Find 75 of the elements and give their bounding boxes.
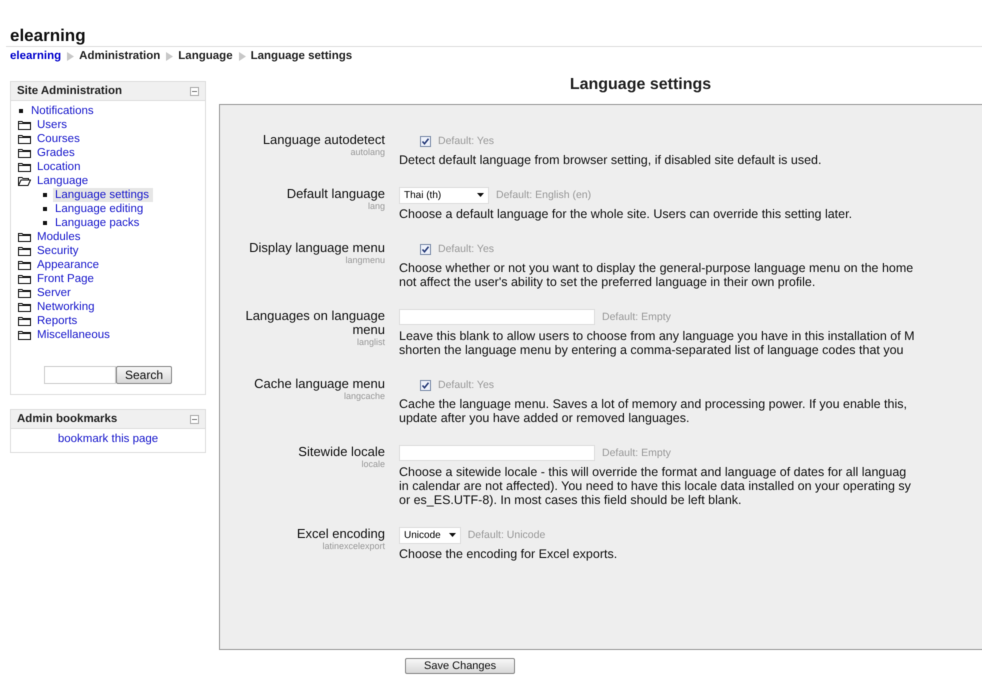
text-field[interactable]: [399, 445, 595, 461]
setting-description: Choose a sitewide locale - this will override the format and language of dates for all languag in calendar are not affected). You need to have this locale data installed on your operating sy or es_ES.UTF-8). In most cases this field should be left blank.: [399, 465, 911, 507]
tree-item[interactable]: Front Page: [35, 272, 96, 286]
tree-item[interactable]: Language settings: [53, 188, 153, 202]
tree-item[interactable]: Security: [35, 244, 81, 258]
dropdown-caret-icon: [448, 533, 456, 537]
tree-item[interactable]: Miscellaneous: [35, 328, 112, 342]
tree-item[interactable]: Location: [35, 160, 82, 174]
site-title: elearning: [9, 25, 87, 46]
tree-item[interactable]: Reports: [35, 314, 80, 328]
checkbox[interactable]: [420, 380, 431, 390]
collapse-icon[interactable]: [190, 86, 199, 96]
tree-item[interactable]: Language packs: [53, 216, 142, 230]
tree-item[interactable]: Appearance: [35, 258, 102, 272]
default-value: Default: Unicode: [468, 529, 546, 541]
default-value: Default: Empty: [602, 447, 671, 459]
tree-item[interactable]: Users: [35, 118, 70, 132]
tree-item[interactable]: Modules: [35, 230, 82, 244]
setting-label: Default language: [286, 187, 385, 201]
setting-label: Excel encoding: [296, 527, 385, 541]
breadcrumb-link[interactable]: elearning: [10, 50, 62, 62]
checkbox[interactable]: [420, 136, 431, 146]
tree-item[interactable]: Courses: [35, 132, 82, 146]
default-value: Default: Yes: [438, 135, 494, 147]
page-title: Language settings: [570, 76, 712, 93]
setting-label: Display language menu: [249, 241, 385, 255]
setting-key: latinexcelexport: [322, 541, 385, 551]
setting-label: Sitewide locale: [298, 445, 385, 459]
bookmark-link[interactable]: bookmark this page: [56, 433, 160, 445]
setting-description: Choose the encoding for Excel exports.: [399, 547, 618, 561]
setting-description: Choose a default language for the whole site. Users can override this setting later.: [399, 207, 852, 221]
setting-key: lang: [368, 201, 385, 211]
bullet-icon: [19, 109, 23, 113]
breadcrumb-arrow-icon: [165, 52, 174, 60]
default-value: Default: English (en): [496, 189, 592, 201]
search-button[interactable]: Search: [116, 366, 172, 384]
save-button[interactable]: Save Changes: [405, 658, 516, 674]
dropdown[interactable]: Thai (th): [399, 186, 489, 204]
breadcrumb-item: Language settings: [250, 50, 352, 62]
setting-key: langcache: [344, 391, 385, 401]
tree-item[interactable]: Notifications: [29, 104, 96, 118]
setting-description: Cache the language menu. Saves a lot of memory and processing power. If you enable this, update after you have added or removed languages.: [399, 397, 907, 425]
setting-description: Choose whether or not you want to display the general-purpose language menu on the home not affect the user's ability to set the preferred language in their own profile.: [399, 261, 914, 289]
setting-label: Cache language menu: [254, 377, 385, 391]
text-field[interactable]: [399, 309, 595, 325]
bullet-icon: [43, 221, 47, 225]
setting-label: Languages on language menu: [244, 309, 385, 337]
setting-key: langmenu: [345, 255, 385, 265]
tree-item[interactable]: Language: [35, 174, 90, 188]
setting-key: langlist: [356, 337, 385, 347]
tree-item[interactable]: Language editing: [53, 202, 146, 216]
bullet-icon: [43, 193, 47, 197]
breadcrumb-arrow-icon: [66, 52, 76, 60]
setting-key: locale: [361, 459, 385, 469]
setting-label: Language autodetect: [262, 133, 385, 147]
default-value: Default: Empty: [602, 311, 671, 323]
tree-item[interactable]: Server: [35, 286, 73, 300]
breadcrumb-item: Administration: [79, 50, 160, 62]
breadcrumb-arrow-icon: [238, 52, 247, 60]
dropdown-caret-icon: [477, 193, 484, 197]
block-title: Site Administration: [17, 85, 122, 97]
tree-item[interactable]: Networking: [35, 300, 97, 314]
collapse-icon[interactable]: [190, 414, 199, 424]
tree-item[interactable]: Grades: [35, 146, 77, 160]
block-title: Admin bookmarks: [17, 413, 118, 425]
setting-description: Detect default language from browser setting, if disabled site default is used.: [399, 153, 822, 167]
checkbox[interactable]: [420, 244, 431, 254]
search-field[interactable]: [44, 366, 116, 384]
dropdown[interactable]: Unicode: [399, 526, 461, 544]
setting-description: Leave this blank to allow users to choose from any language you have in this installation of M shorten the language menu by entering a comma-separated list of language codes that you: [399, 329, 915, 357]
default-value: Default: Yes: [438, 379, 494, 391]
setting-key: autolang: [350, 147, 385, 157]
default-value: Default: Yes: [438, 243, 494, 255]
bullet-icon: [43, 207, 47, 211]
breadcrumb-item: Language: [178, 50, 233, 62]
